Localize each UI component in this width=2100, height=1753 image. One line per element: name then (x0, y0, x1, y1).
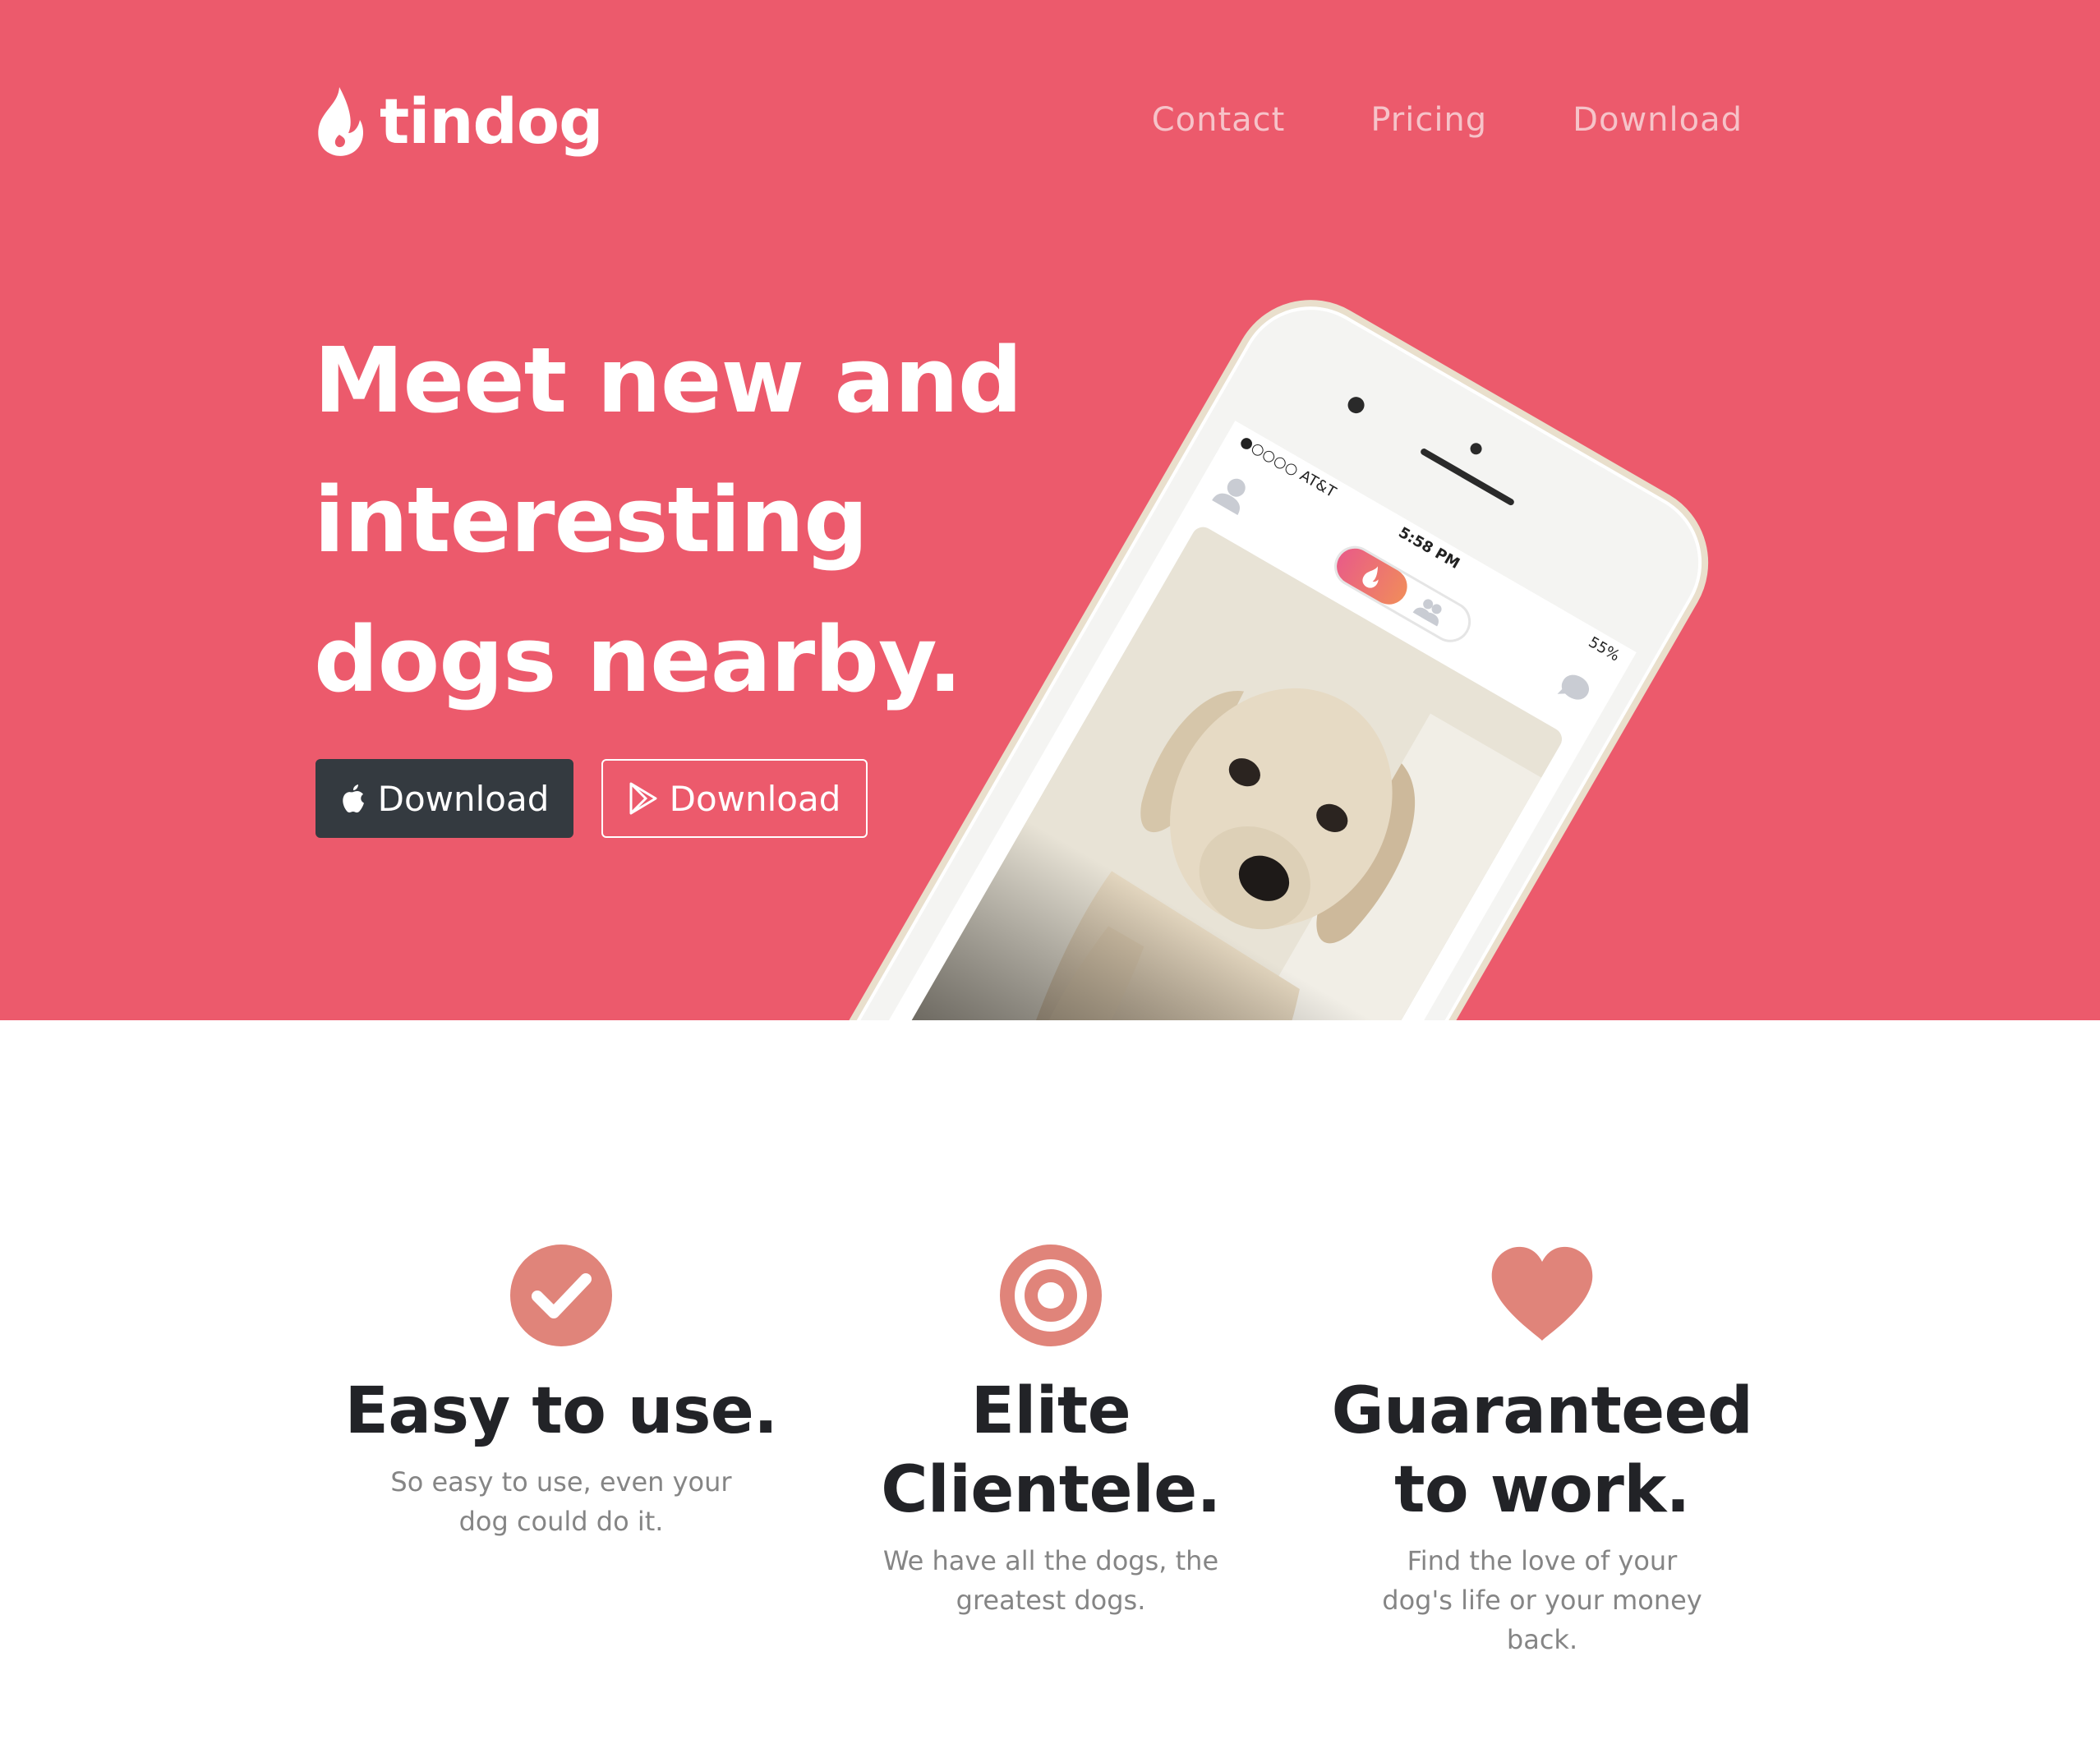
google-play-download-label: Download (669, 778, 841, 819)
brand-name: tindog (380, 85, 604, 158)
brand-logo[interactable]: tindog (314, 81, 604, 163)
nav-link-contact[interactable]: Contact (1152, 97, 1286, 143)
feature-text: We have all the dogs, the greatest dogs. (882, 1545, 1219, 1616)
group-icon (1412, 599, 1442, 627)
phone-camera (1344, 393, 1368, 416)
google-play-download-button[interactable]: Download (601, 759, 868, 838)
apple-icon (342, 784, 364, 813)
heart-icon (1491, 1246, 1593, 1341)
top-nav: Contact Pricing Download (1152, 97, 1743, 143)
flame-icon (1362, 566, 1379, 588)
feature-title: Elite Clientele. (881, 1374, 1221, 1527)
hero-section: tindog Contact Pricing Download Meet new… (0, 0, 2100, 1020)
check-circle-icon (510, 1245, 612, 1346)
nav-link-pricing[interactable]: Pricing (1370, 97, 1487, 143)
google-play-icon (629, 782, 657, 815)
bullseye-icon (1000, 1245, 1102, 1346)
phone-speaker (1419, 447, 1516, 507)
feature-text: So easy to use, even your dog could do i… (390, 1466, 732, 1537)
profile-icon (1212, 478, 1246, 515)
feature-text: Find the love of your dog's life or your… (1382, 1545, 1702, 1655)
feature-title: Guaranteed to work. (1331, 1374, 1753, 1527)
chat-icon (1557, 674, 1589, 700)
features-section: Easy to use. So easy to use, even your d… (0, 1020, 2100, 1753)
phone-sensor (1468, 440, 1485, 457)
feature-title: Easy to use. (344, 1374, 778, 1448)
feature-guaranteed: Guaranteed to work. Find the love of you… (1312, 1242, 1772, 1659)
feature-elite-clientele: Elite Clientele. We have all the dogs, t… (821, 1242, 1281, 1620)
toggle-on (1330, 541, 1414, 611)
apple-download-label: Download (377, 778, 550, 819)
nav-link-download[interactable]: Download (1573, 97, 1743, 143)
hero-headline: Meet new and interesting dogs nearby. (314, 328, 1023, 712)
apple-download-button[interactable]: Download (315, 759, 573, 838)
feature-easy-to-use: Easy to use. So easy to use, even your d… (331, 1242, 791, 1541)
flame-icon (318, 87, 364, 156)
